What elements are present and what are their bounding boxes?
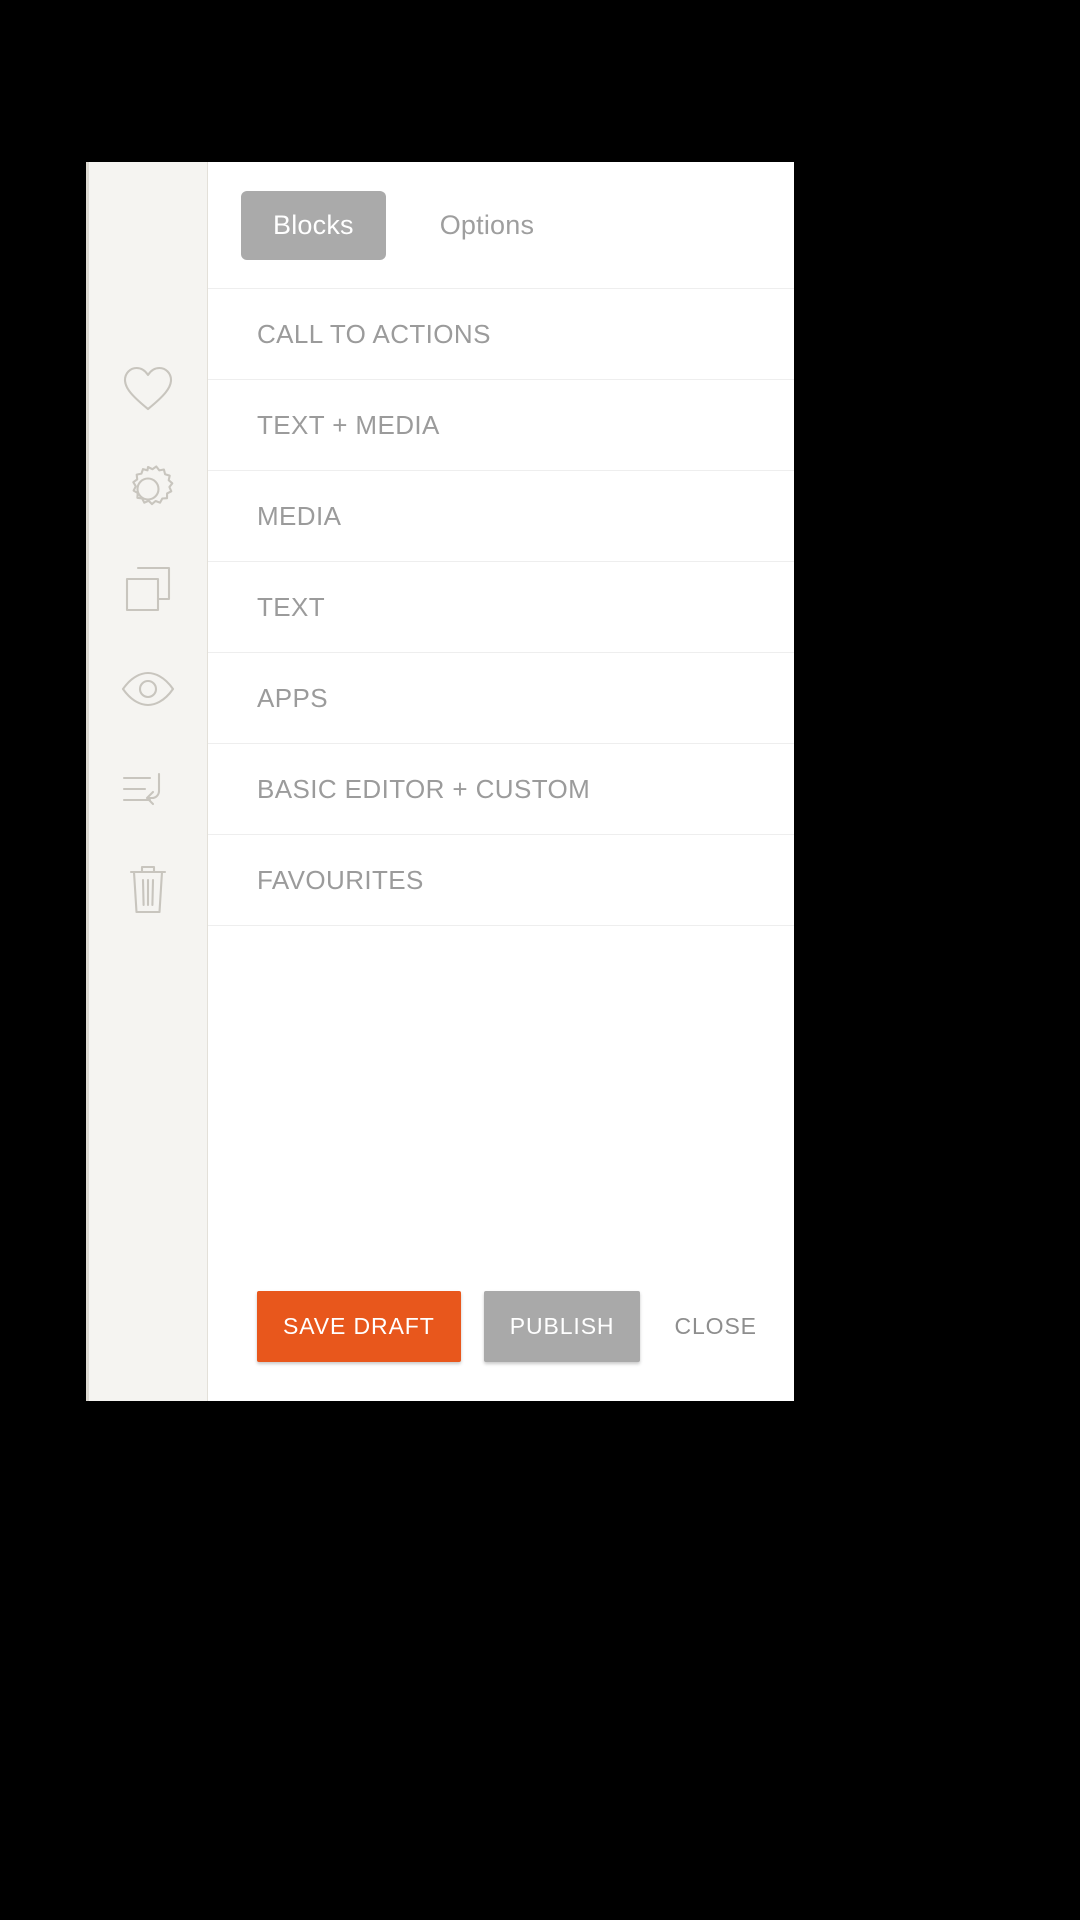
action-bar: SAVE DRAFT PUBLISH CLOSE <box>208 1251 794 1401</box>
sidebar-item-settings[interactable] <box>117 458 179 520</box>
list-item[interactable]: BASIC EDITOR + CUSTOM <box>208 744 794 835</box>
sidebar-item-favourites[interactable] <box>117 358 179 420</box>
duplicate-icon <box>123 564 173 614</box>
save-draft-button[interactable]: SAVE DRAFT <box>257 1290 461 1362</box>
trash-icon <box>126 863 170 915</box>
tab-blocks[interactable]: Blocks <box>241 190 386 260</box>
tab-options[interactable]: Options <box>408 191 566 260</box>
sidebar-item-delete[interactable] <box>117 858 179 920</box>
sidebar-item-duplicate[interactable] <box>117 558 179 620</box>
list-item[interactable]: TEXT <box>208 562 794 653</box>
publish-button[interactable]: PUBLISH <box>483 1290 641 1362</box>
block-category-label: MEDIA <box>257 500 342 531</box>
list-item[interactable]: MEDIA <box>208 471 794 562</box>
block-category-label: APPS <box>257 682 328 713</box>
list-item[interactable]: TEXT + MEDIA <box>208 380 794 471</box>
sidebar-item-revert[interactable] <box>117 758 179 820</box>
close-button[interactable]: CLOSE <box>664 1291 766 1362</box>
sidebar-item-preview[interactable] <box>117 658 179 720</box>
list-item[interactable]: FAVOURITES <box>208 835 794 926</box>
revert-icon <box>121 768 175 810</box>
block-category-list: CALL TO ACTIONS TEXT + MEDIA MEDIA TEXT … <box>208 289 794 926</box>
block-category-label: FAVOURITES <box>257 864 424 895</box>
tab-bar: Blocks Options <box>208 162 794 289</box>
panel-main: Blocks Options CALL TO ACTIONS TEXT + ME… <box>208 162 794 1401</box>
list-item[interactable]: CALL TO ACTIONS <box>208 289 794 380</box>
block-category-label: TEXT <box>257 591 326 622</box>
icon-rail <box>86 162 208 1401</box>
panel-empty-space <box>208 926 794 1251</box>
eye-icon <box>120 671 176 707</box>
app-root: Blocks Options CALL TO ACTIONS TEXT + ME… <box>0 0 1080 1920</box>
icon-rail-list <box>89 358 207 920</box>
editor-panel: Blocks Options CALL TO ACTIONS TEXT + ME… <box>86 162 794 1401</box>
block-category-label: BASIC EDITOR + CUSTOM <box>257 773 591 804</box>
list-item[interactable]: APPS <box>208 653 794 744</box>
block-category-label: CALL TO ACTIONS <box>257 318 491 349</box>
heart-icon <box>122 365 174 413</box>
block-category-label: TEXT + MEDIA <box>257 409 440 440</box>
gear-icon <box>122 463 174 515</box>
